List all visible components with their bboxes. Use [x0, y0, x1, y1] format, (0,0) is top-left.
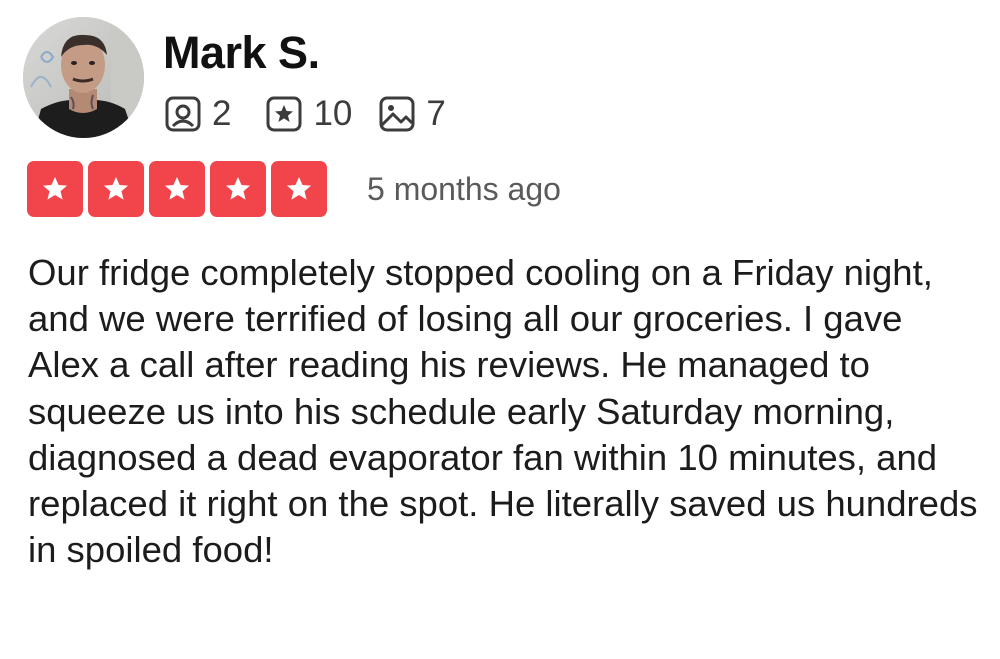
photo-count: 7 — [378, 94, 446, 134]
review-bubble-icon — [164, 95, 202, 133]
review-count-value: 2 — [212, 94, 232, 133]
photo-count-value: 7 — [426, 94, 446, 133]
star-5 — [271, 161, 327, 217]
star-count-value: 10 — [313, 94, 353, 133]
star-icon — [287, 177, 311, 200]
review-card: Mark S. 2 10 7 5 months ago Our fridge c… — [0, 0, 1000, 659]
rating-row: 5 months ago — [27, 161, 561, 217]
review-count: 2 — [164, 94, 231, 134]
reviewer-stats: 2 10 7 — [164, 92, 446, 136]
star-square-icon — [265, 95, 303, 133]
star-rating — [27, 161, 327, 217]
avatar[interactable] — [23, 17, 144, 138]
photo-icon — [378, 95, 416, 133]
avatar-photo — [23, 17, 144, 138]
star-1 — [27, 161, 83, 217]
star-3 — [149, 161, 205, 217]
review-text: Our fridge completely stopped cooling on… — [28, 252, 978, 571]
reviewer-name[interactable]: Mark S. — [163, 28, 320, 78]
star-2 — [88, 161, 144, 217]
star-icon — [104, 177, 128, 200]
star-icon — [43, 177, 67, 200]
star-icon — [226, 177, 250, 200]
star-4 — [210, 161, 266, 217]
star-count: 10 — [265, 94, 352, 134]
star-icon — [165, 177, 189, 200]
review-date: 5 months ago — [367, 170, 561, 207]
